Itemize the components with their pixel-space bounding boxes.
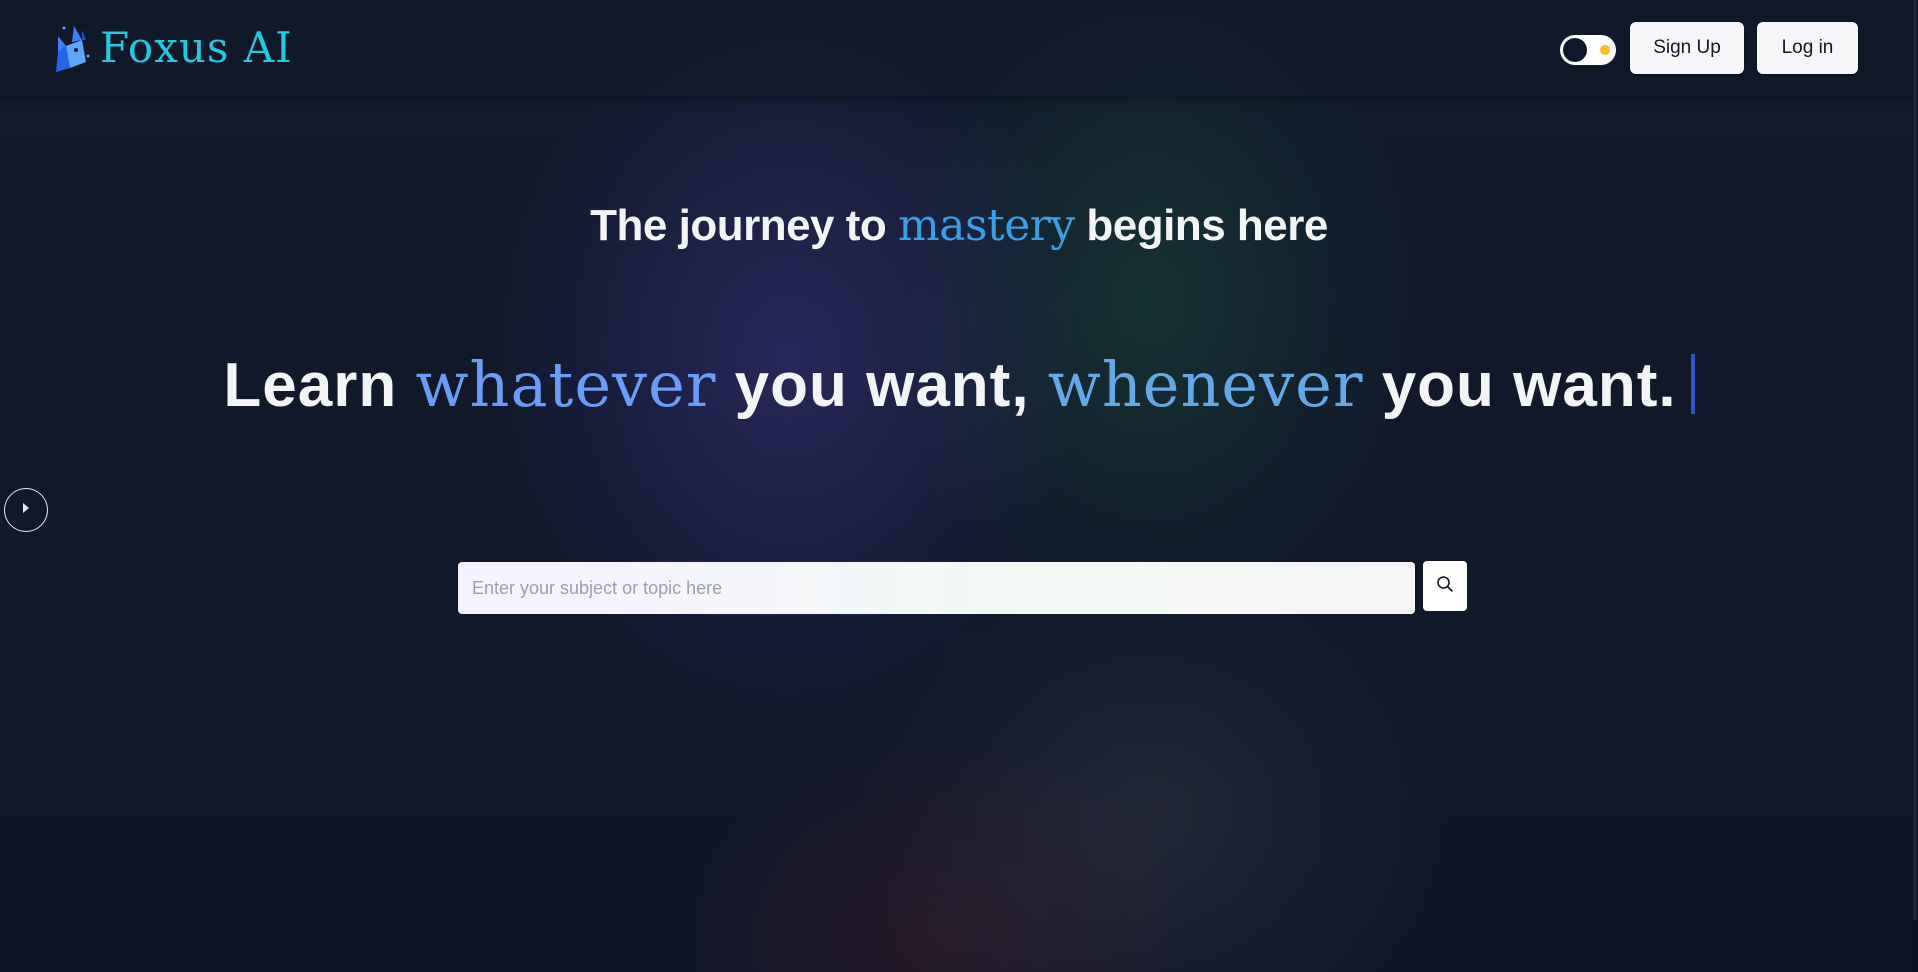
- headline-accent-1: whatever: [415, 348, 717, 421]
- chevron-right-icon: [21, 501, 31, 519]
- brand-logo[interactable]: Foxus AI: [52, 20, 293, 76]
- tagline-accent: mastery: [898, 200, 1075, 251]
- tagline-end: begins here: [1086, 201, 1328, 250]
- headline-part-3: you want.: [1381, 351, 1677, 420]
- search-icon: [1436, 575, 1454, 598]
- page-tagline: The journey to mastery begins here: [0, 198, 1918, 254]
- search-button[interactable]: [1423, 561, 1467, 611]
- sign-up-button[interactable]: Sign Up: [1630, 22, 1744, 74]
- sidebar-toggle-button[interactable]: [4, 488, 48, 532]
- page-background: [0, 0, 1918, 972]
- log-in-button[interactable]: Log in: [1757, 22, 1858, 74]
- fox-icon: [52, 22, 90, 74]
- typing-cursor: [1690, 354, 1695, 414]
- scrollbar-thumb[interactable]: [1913, 0, 1917, 920]
- topic-search-input[interactable]: [458, 562, 1415, 614]
- headline-part-1: Learn: [223, 351, 398, 420]
- brand-name: Foxus AI: [100, 23, 293, 72]
- theme-toggle[interactable]: [1560, 35, 1616, 65]
- sun-icon: [1600, 45, 1610, 55]
- toggle-knob: [1563, 38, 1587, 62]
- hero-headline: Learn whatever you want, whenever you wa…: [0, 345, 1918, 426]
- tagline-start: The journey to: [590, 201, 887, 250]
- headline-accent-2: whenever: [1047, 348, 1364, 421]
- headline-part-2: you want,: [734, 351, 1030, 420]
- page-scrollbar[interactable]: [1912, 0, 1918, 972]
- top-navbar: Foxus AI Sign Up Log in: [0, 0, 1918, 96]
